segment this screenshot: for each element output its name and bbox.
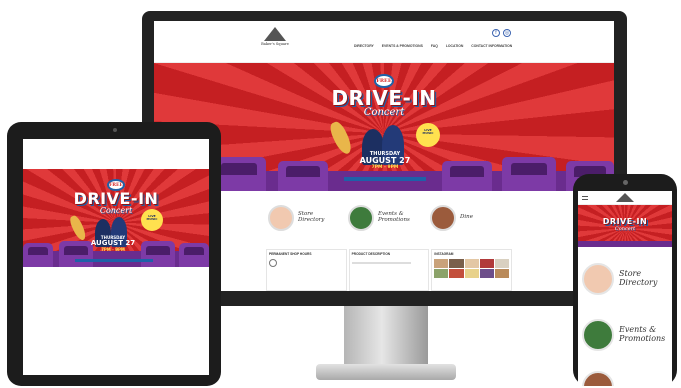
tablet-hero-title: FREE DRIVE-IN Concert: [67, 171, 165, 215]
shortcut-store-directory[interactable]: Store Directory: [268, 205, 332, 231]
phone-store-directory[interactable]: Store Directory: [582, 263, 657, 295]
drive-in-title: DRIVE-IN: [331, 86, 437, 110]
events-icon: [348, 205, 374, 231]
hero-info-strip: [344, 177, 426, 181]
phone-logo-icon[interactable]: [616, 193, 634, 202]
hero-callout-bubble: LIVE MUSIC: [416, 123, 440, 147]
tablet-concert-subtitle: Concert: [99, 206, 133, 215]
tablet-screen: LIVE MUSIC FREE DRIVE-IN Concert THURSDAY…: [23, 139, 209, 375]
thumb[interactable]: [479, 259, 494, 268]
phone-events-icon: [582, 319, 614, 351]
monitor-base: [316, 364, 456, 380]
thumb[interactable]: [449, 269, 464, 278]
desktop-screen: Baker's Square DIRECTORY EVENTS & PROMOT…: [154, 21, 614, 291]
thumb[interactable]: [464, 269, 479, 278]
desktop-menu: DIRECTORY EVENTS & PROMOTIONS FAQ LOCATI…: [354, 44, 512, 48]
hero-car-row: [154, 157, 614, 191]
menu-item-directory[interactable]: DIRECTORY: [354, 44, 374, 48]
tablet-device: LIVE MUSIC FREE DRIVE-IN Concert THURSDAY…: [7, 122, 221, 386]
desktop-hero-banner[interactable]: LIVE MUSIC FREE DRIVE-IN Concert THURSDAY…: [154, 63, 614, 191]
phone-events-label: Events & Promotions: [619, 325, 666, 344]
description-lines: [351, 262, 412, 264]
phone-device: DRIVE-IN Concert Store Directory Events …: [573, 174, 677, 386]
tablet-hero-banner[interactable]: LIVE MUSIC FREE DRIVE-IN Concert THURSDAY…: [23, 169, 209, 267]
social-links: f ◎: [492, 29, 511, 37]
facebook-icon[interactable]: f: [492, 29, 500, 37]
menu-item-faq[interactable]: FAQ: [431, 44, 438, 48]
thumb[interactable]: [479, 269, 494, 278]
events-label-line2: Promotions: [619, 334, 666, 343]
shortcut-events[interactable]: Events & Promotions: [348, 205, 416, 231]
phone-screen: DRIVE-IN Concert Store Directory Events …: [578, 191, 672, 386]
phone-events[interactable]: Events & Promotions: [582, 319, 665, 351]
phone-hero-banner[interactable]: DRIVE-IN Concert: [578, 205, 672, 247]
tablet-date-block: THURSDAY AUGUST 27 7PM - 9PM: [73, 235, 153, 252]
instagram-title: INSTAGRAM: [434, 252, 454, 256]
menu-item-location[interactable]: LOCATION: [446, 44, 463, 48]
shop-hours-panel: PERMANENT SHOP HOURS: [266, 249, 347, 291]
desktop-nav-bar: Baker's Square DIRECTORY EVENTS & PROMOT…: [154, 21, 614, 63]
thumb[interactable]: [449, 259, 464, 268]
hero-time: 7PM - 9PM: [371, 165, 399, 170]
hero-date: AUGUST 27: [359, 156, 411, 165]
menu-item-events[interactable]: EVENTS & PROMOTIONS: [382, 44, 423, 48]
phone-store-directory-icon: [582, 263, 614, 295]
phone-dine-icon: [582, 371, 614, 386]
product-description-panel: PRODUCT DESCRIPTION: [348, 249, 430, 291]
menu-item-contact[interactable]: CONTACT INFORMATION: [471, 44, 512, 48]
store-label-line2: Directory: [619, 278, 658, 287]
thumb[interactable]: [494, 259, 509, 268]
phone-menu-icon[interactable]: [582, 196, 588, 200]
desktop-shortcuts: Store Directory Events & Promotions Dine: [154, 191, 614, 246]
phone-drive-in-title: DRIVE-IN: [602, 217, 648, 226]
store-directory-label: Store Directory: [298, 211, 325, 223]
instagram-icon[interactable]: ◎: [503, 29, 511, 37]
car-4: [442, 161, 492, 191]
hero-date-block: THURSDAY AUGUST 27 7PM - 9PM: [340, 151, 430, 170]
thumb[interactable]: [434, 259, 449, 268]
clock-icon: [269, 259, 277, 267]
car-4: [179, 243, 209, 267]
instagram-panel: INSTAGRAM: [431, 249, 513, 291]
site-logo-text[interactable]: Baker's Square: [258, 42, 292, 47]
tablet-info-strip: [75, 259, 153, 262]
monitor-stand: [344, 306, 428, 368]
phone-car-row: [578, 241, 672, 247]
thumb[interactable]: [434, 269, 449, 278]
tablet-time: 7PM - 9PM: [101, 247, 125, 252]
tablet-camera-icon: [113, 128, 117, 132]
shop-hours-title: PERMANENT SHOP HOURS: [269, 252, 312, 256]
site-logo-icon[interactable]: [264, 27, 286, 41]
tablet-date: AUGUST 27: [90, 239, 136, 247]
instagram-thumbs: [434, 259, 509, 278]
car-3: [278, 161, 328, 191]
phone-store-directory-label: Store Directory: [619, 269, 658, 288]
shortcut-dine[interactable]: Dine: [430, 205, 473, 231]
tablet-drive-in-title: DRIVE-IN: [73, 189, 159, 208]
dine-icon: [430, 205, 456, 231]
thumb[interactable]: [464, 259, 479, 268]
phone-camera-icon: [623, 180, 628, 185]
car-1: [23, 243, 53, 267]
desktop-info-row: PERMANENT SHOP HOURS PRODUCT DESCRIPTION…: [266, 249, 513, 291]
hero-title: FREE DRIVE-IN Concert: [324, 67, 444, 118]
phone-dine[interactable]: [582, 371, 614, 386]
phone-concert-subtitle: Concert: [614, 226, 636, 232]
dine-label: Dine: [460, 214, 473, 221]
store-directory-icon: [268, 205, 294, 231]
product-description-title: PRODUCT DESCRIPTION: [351, 252, 391, 256]
events-label: Events & Promotions: [378, 211, 410, 223]
thumb[interactable]: [494, 269, 509, 278]
phone-header: [578, 191, 672, 205]
car-5: [502, 157, 556, 191]
